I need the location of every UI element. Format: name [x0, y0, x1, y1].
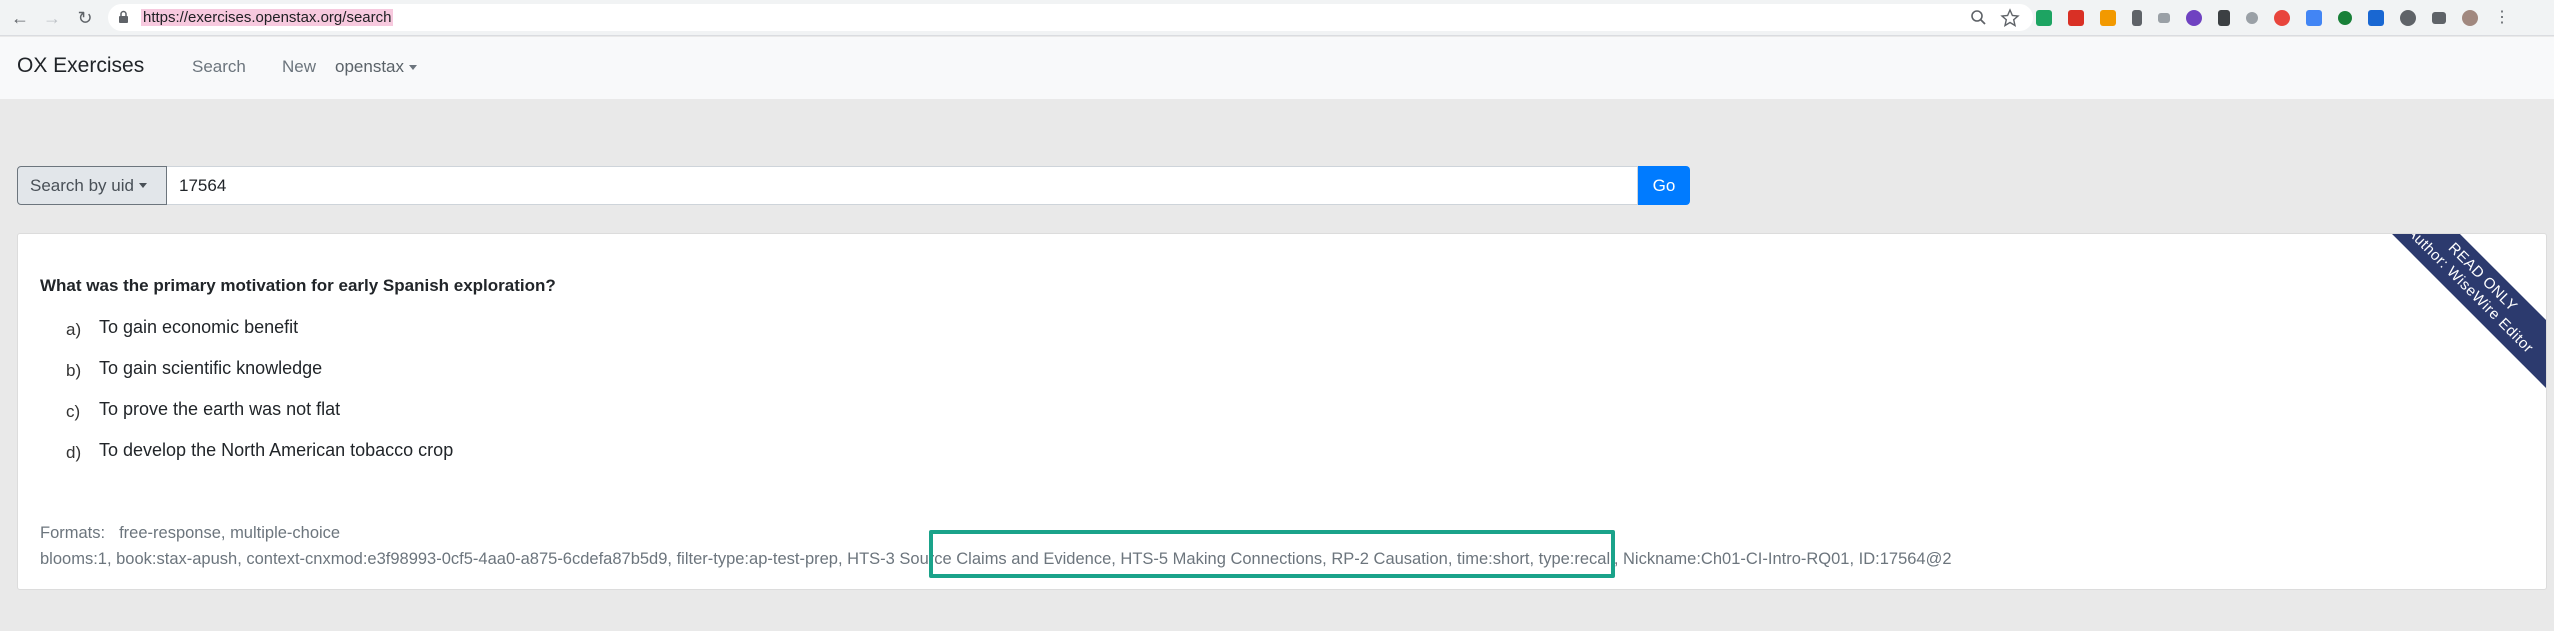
answer-text: To develop the North American tobacco cr… — [99, 440, 454, 460]
tag-highlight-box — [929, 530, 1615, 578]
chevron-down-icon — [409, 65, 417, 71]
url-text[interactable]: https://exercises.openstax.org/search — [141, 9, 394, 26]
forward-icon[interactable]: → — [40, 6, 64, 30]
extension-icon[interactable] — [2036, 10, 2052, 26]
answer-item: d) To develop the North American tobacco … — [66, 440, 453, 481]
zoom-icon[interactable] — [1969, 8, 1989, 28]
exercise-card: READ ONLY Author: WiseWire Editor What w… — [17, 233, 2547, 590]
account-name: openstax — [335, 57, 404, 76]
formats-label: Formats: — [40, 524, 106, 542]
nav-link-new[interactable]: New — [282, 57, 316, 77]
search-mode-label: Search by uid — [30, 175, 134, 195]
answer-letter: d) — [66, 443, 82, 462]
account-dropdown[interactable]: openstax — [335, 57, 417, 77]
lock-icon — [119, 10, 128, 23]
answer-list: a) To gain economic benefit b) To gain sci… — [66, 317, 453, 481]
answer-letter: c) — [66, 402, 81, 421]
cast-icon[interactable] — [2432, 12, 2446, 24]
answer-text: To gain economic benefit — [99, 317, 299, 337]
extension-icon[interactable] — [2132, 10, 2142, 26]
answer-text: To gain scientific knowledge — [99, 358, 323, 378]
kebab-menu-icon[interactable]: ⋮ — [2494, 10, 2510, 26]
answer-item: b) To gain scientific knowledge — [66, 358, 453, 399]
formats-value: free-response, multiple-choice — [119, 524, 341, 542]
extension-icon[interactable] — [2218, 10, 2230, 26]
extension-icon[interactable] — [2306, 10, 2322, 26]
bookmark-star-icon[interactable] — [2000, 8, 2020, 28]
search-mode-dropdown[interactable]: Search by uid — [17, 166, 167, 205]
extension-icon[interactable] — [2400, 10, 2416, 26]
calendar-extension-icon[interactable] — [2068, 10, 2084, 26]
zotero-extension-icon[interactable] — [2368, 10, 2384, 26]
extensions-bar: ⋮ — [2036, 8, 2516, 28]
answer-text: To prove the earth was not flat — [99, 399, 341, 419]
extension-icon[interactable] — [2100, 10, 2116, 26]
question-stem: What was the primary motivation for earl… — [40, 276, 556, 295]
search-bar: Search by uid Go — [17, 166, 1690, 205]
extension-icon[interactable] — [2186, 10, 2202, 26]
brand-logo[interactable]: OX Exercises — [17, 54, 144, 78]
extension-icon[interactable] — [2158, 13, 2170, 23]
extension-icon[interactable] — [2274, 10, 2290, 26]
address-bar[interactable]: https://exercises.openstax.org/search — [108, 4, 2033, 31]
page-footer-space — [0, 591, 2554, 631]
ribbon-status: READ ONLY — [2444, 239, 2521, 316]
avatar[interactable] — [2462, 10, 2478, 26]
app-navbar: OX Exercises Search New openstax — [0, 37, 2554, 99]
search-input[interactable] — [167, 166, 1638, 205]
back-icon[interactable]: ← — [8, 6, 32, 30]
reload-icon[interactable]: ↻ — [73, 6, 97, 30]
nav-link-search[interactable]: Search — [192, 57, 246, 77]
extension-icon[interactable] — [2246, 12, 2258, 24]
read-only-ribbon: READ ONLY Author: WiseWire Editor — [2364, 234, 2546, 396]
extension-icon[interactable] — [2338, 11, 2352, 25]
answer-item: a) To gain economic benefit — [66, 317, 453, 358]
go-button[interactable]: Go — [1638, 166, 1690, 205]
answer-letter: a) — [66, 320, 82, 339]
chevron-down-icon — [138, 183, 147, 188]
answer-item: c) To prove the earth was not flat — [66, 399, 453, 440]
browser-toolbar: ← → ↻ https://exercises.openstax.org/sea… — [0, 0, 2554, 36]
answer-letter: b) — [66, 361, 82, 380]
tags-text: blooms:1, book:stax-apush, context-cnxmo… — [40, 550, 843, 568]
